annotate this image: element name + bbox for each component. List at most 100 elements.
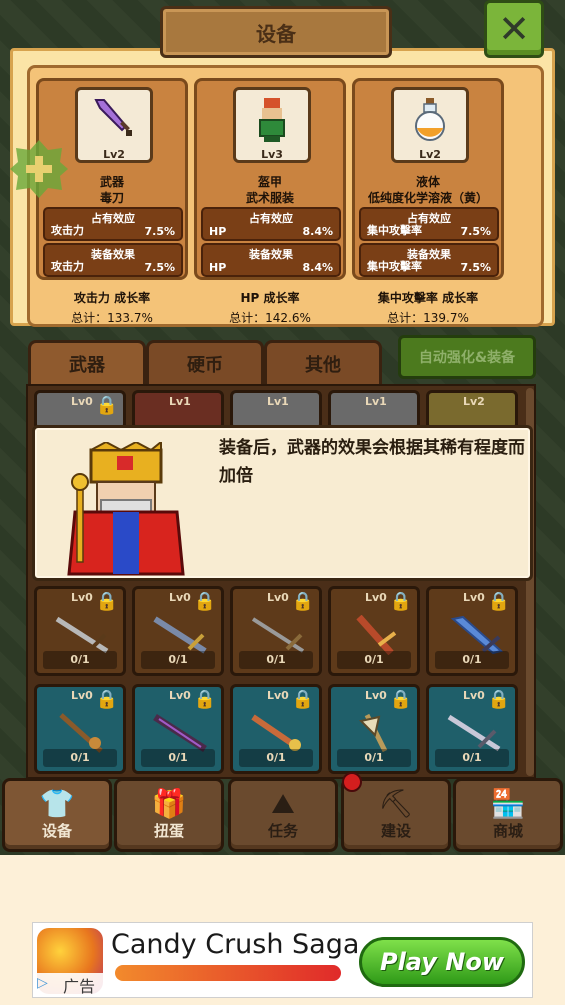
slot-count: 0/1 [337, 749, 411, 767]
nav-shop[interactable]: 🏪 商城 [453, 778, 563, 852]
equip-effect-box: 装备效果 HP 8.4% [201, 243, 341, 277]
sword-icon [450, 615, 504, 655]
lock-icon: 🔒 [95, 689, 118, 710]
slot-level: Lv1 [365, 395, 387, 408]
plus-badge-icon[interactable] [8, 138, 70, 200]
equip-item-box[interactable]: Lv2 [391, 87, 469, 163]
sword-icon [153, 616, 207, 654]
sword-icon [55, 616, 109, 654]
slot-count: 0/1 [435, 651, 509, 669]
equip-effect-box: 装备效果 集中攻擊率 7.5% [359, 243, 499, 277]
game-view: Lv2 武器 毒刀 占有效应 攻击力 7.5% 装备效果 攻击力 7.5% 攻击… [0, 0, 565, 855]
equip-effect-value: 7.5% [460, 261, 491, 274]
gift-icon: 🎁 [151, 787, 187, 820]
equip-effect-box: 装备效果 攻击力 7.5% [43, 243, 183, 277]
equip-effect-value: 8.4% [302, 261, 333, 274]
tab-coins[interactable]: 硬币 [146, 340, 264, 384]
armor-icon [252, 96, 292, 153]
slot-level: Lv0 [71, 689, 93, 702]
weapon-slot[interactable]: Lv0 🔒 0/1 [328, 684, 420, 774]
shirt-icon: 👕 [39, 787, 75, 820]
ad-banner[interactable]: Candy Crush Saga Play Now ▷ 广告 [32, 922, 533, 998]
growth-label: 攻击力 成长率 [73, 291, 151, 305]
growth-label: HP 成长率 [240, 291, 300, 305]
weapon-slot[interactable]: Lv0 🔒 0/1 [230, 684, 322, 774]
ad-decoration [115, 965, 341, 981]
slot-count: 0/1 [239, 651, 313, 669]
weapon-slot[interactable]: Lv0 🔒 0/1 [426, 586, 518, 676]
nav-equipment[interactable]: 👕 设备 [2, 778, 112, 852]
close-button[interactable]: ✕ [484, 0, 544, 58]
possess-effect-header: 占有效应 [249, 212, 293, 225]
item-level: Lv3 [261, 148, 283, 161]
possess-effect-value: 8.4% [302, 225, 333, 238]
lock-icon: 🔒 [193, 689, 216, 710]
sword-icon [251, 714, 301, 751]
lock-icon: 🔒 [389, 591, 412, 612]
weapon-slot[interactable]: Lv1 [132, 390, 224, 430]
equip-item-box[interactable]: Lv2 [75, 87, 153, 163]
lock-icon: 🔒 [291, 689, 314, 710]
lock-icon: 🔒 [193, 591, 216, 612]
nav-label: 扭蛋 [153, 822, 184, 840]
weapon-slot[interactable]: Lv0 🔒 [34, 390, 126, 430]
weapon-slot[interactable]: Lv0 🔒 0/1 [34, 586, 126, 676]
equip-item-box[interactable]: Lv3 [233, 87, 311, 163]
possess-effect-key: 攻击力 [51, 224, 84, 237]
weapon-slot[interactable]: Lv0 🔒 0/1 [230, 586, 322, 676]
slot-level: Lv0 [463, 689, 485, 702]
possess-effect-value: 7.5% [460, 225, 491, 238]
equip-type: 液体 [415, 175, 440, 189]
lock-icon: 🔒 [487, 591, 510, 612]
play-now-button[interactable]: Play Now [359, 937, 525, 987]
weapon-slot[interactable]: Lv0 🔒 0/1 [426, 684, 518, 774]
slot-count: 0/1 [43, 749, 117, 767]
page-title: 设备 [160, 6, 392, 58]
ad-title: Candy Crush Saga [111, 929, 360, 960]
equip-card-armor[interactable]: Lv3 盔甲 武术服装 占有效应 HP 8.4% 装备效果 HP 8.4% [194, 78, 346, 280]
lock-icon: 🔒 [487, 689, 510, 710]
weapon-slot[interactable]: Lv0 🔒 0/1 [132, 684, 224, 774]
weapon-slot[interactable]: Lv1 [230, 390, 322, 430]
possess-effect-box: 占有效应 攻击力 7.5% [43, 207, 183, 241]
axe-icon [359, 713, 388, 753]
nav-label: 建设 [380, 822, 411, 840]
dagger-icon [92, 96, 136, 149]
nav-gacha[interactable]: 🎁 扭蛋 [114, 778, 224, 852]
weapon-slot[interactable]: Lv0 🔒 0/1 [328, 586, 420, 676]
sword-icon [447, 714, 501, 752]
nav-quest[interactable]: ⛰ 任务 [228, 778, 338, 852]
slot-count: 0/1 [239, 749, 313, 767]
equip-card-potion[interactable]: Lv2 液体 低纯度化学溶液（黄） 占有效应 集中攻擊率 7.5% 装备效果 集… [352, 78, 504, 280]
growth-total: 总计：142.6% [229, 311, 311, 325]
axe-icon [59, 713, 103, 753]
king-icon [67, 442, 185, 576]
nav-label: 设备 [41, 822, 72, 840]
slot-level: Lv0 [71, 395, 93, 408]
slot-level: Lv0 [169, 689, 191, 702]
weapon-slot[interactable]: Lv2 [426, 390, 518, 430]
weapon-slot[interactable]: Lv0 🔒 0/1 [132, 586, 224, 676]
weapon-slot[interactable]: Lv0 🔒 0/1 [34, 684, 126, 774]
weapon-slot[interactable]: Lv1 [328, 390, 420, 430]
ad-label: ▷ 广告 [33, 973, 111, 997]
slot-level: Lv0 [463, 591, 485, 604]
growth-total: 总计：133.7% [71, 311, 153, 325]
tab-other[interactable]: 其他 [264, 340, 382, 384]
hint-dialog[interactable]: 装备后，武器的效果会根据其稀有程度而加倍 [32, 425, 533, 581]
sword-icon [153, 714, 207, 752]
auto-enhance-equip-button[interactable]: 自动强化&装备 [398, 335, 536, 379]
slot-level: Lv2 [463, 395, 485, 408]
possess-effect-key: 集中攻擊率 [367, 224, 422, 237]
equip-effect-key: 攻击力 [51, 260, 84, 273]
lock-icon: 🔒 [389, 689, 412, 710]
equip-name: 武术服装 [245, 191, 294, 205]
slot-level: Lv0 [71, 591, 93, 604]
slot-level: Lv0 [169, 591, 191, 604]
equip-effect-header: 装备效果 [249, 248, 293, 261]
tab-weapons[interactable]: 武器 [28, 340, 146, 384]
growth-label: 集中攻擊率 成长率 [377, 291, 479, 305]
close-icon: ✕ [498, 7, 530, 51]
equipped-panel: Lv2 武器 毒刀 占有效应 攻击力 7.5% 装备效果 攻击力 7.5% 攻击… [10, 48, 555, 327]
lock-icon: 🔒 [95, 395, 118, 416]
